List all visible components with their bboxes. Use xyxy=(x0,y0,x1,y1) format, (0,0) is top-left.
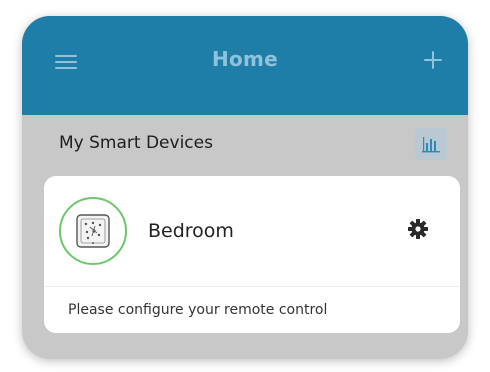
app-window: Home My Smart Devices Bedroom Please con… xyxy=(22,16,468,359)
statistics-button[interactable] xyxy=(415,128,447,160)
add-device-button[interactable] xyxy=(422,49,444,71)
remote-control-icon xyxy=(76,214,110,248)
page-title: Home xyxy=(211,47,279,71)
card-divider xyxy=(44,286,460,287)
device-card[interactable]: Bedroom Please configure your remote con… xyxy=(44,176,460,333)
gear-icon xyxy=(408,219,428,239)
app-header: Home xyxy=(22,16,468,115)
section-title: My Smart Devices xyxy=(59,133,213,153)
device-settings-button[interactable] xyxy=(407,218,429,240)
device-name: Bedroom xyxy=(148,220,234,242)
bar-chart-icon xyxy=(422,137,440,153)
device-status-message: Please configure your remote control xyxy=(68,302,328,318)
device-thumbnail xyxy=(59,197,127,265)
